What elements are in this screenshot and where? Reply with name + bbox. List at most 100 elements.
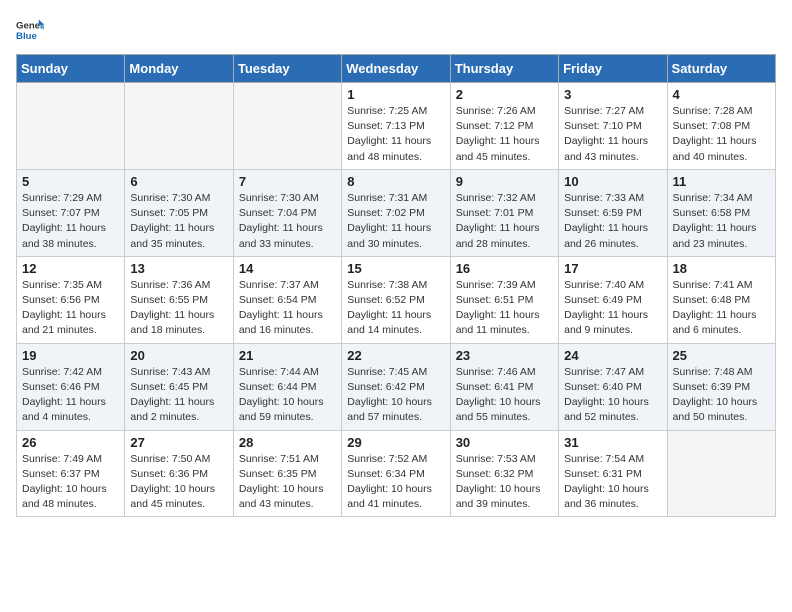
weekday-header-saturday: Saturday xyxy=(667,55,775,83)
calendar-cell: 6 Sunrise: 7:30 AM Sunset: 7:05 PM Daylig… xyxy=(125,169,233,256)
day-number: 8 xyxy=(347,174,444,189)
day-number: 29 xyxy=(347,435,444,450)
page-header: General Blue xyxy=(16,16,776,44)
day-number: 12 xyxy=(22,261,119,276)
calendar-cell: 13 Sunrise: 7:36 AM Sunset: 6:55 PM Dayli… xyxy=(125,256,233,343)
day-info: Sunrise: 7:46 AM Sunset: 6:41 PM Dayligh… xyxy=(456,365,553,426)
calendar-table: SundayMondayTuesdayWednesdayThursdayFrid… xyxy=(16,54,776,517)
weekday-header-monday: Monday xyxy=(125,55,233,83)
day-number: 21 xyxy=(239,348,336,363)
svg-text:Blue: Blue xyxy=(16,31,37,42)
calendar-cell: 14Sunrise: 7:37 AM Sunset: 6:54 PM Dayli… xyxy=(233,256,341,343)
day-info: Sunrise: 7:53 AM Sunset: 6:32 PM Dayligh… xyxy=(456,452,553,513)
day-info: Sunrise: 7:54 AM Sunset: 6:31 PM Dayligh… xyxy=(564,452,661,513)
day-number: 17 xyxy=(564,261,661,276)
calendar-cell: 7 Sunrise: 7:30 AM Sunset: 7:04 PM Daylig… xyxy=(233,169,341,256)
day-info: Sunrise: 7:33 AM Sunset: 6:59 PM Dayligh… xyxy=(564,191,661,252)
weekday-header-row: SundayMondayTuesdayWednesdayThursdayFrid… xyxy=(17,55,776,83)
weekday-header-wednesday: Wednesday xyxy=(342,55,450,83)
day-info: Sunrise: 7:50 AM Sunset: 6:36 PM Dayligh… xyxy=(130,452,227,513)
day-info: Sunrise: 7:25 AM Sunset: 7:13 PM Dayligh… xyxy=(347,104,444,165)
calendar-cell: 12 Sunrise: 7:35 AM Sunset: 6:56 PM Dayli… xyxy=(17,256,125,343)
day-info: Sunrise: 7:43 AM Sunset: 6:45 PM Dayligh… xyxy=(130,365,227,426)
day-info: Sunrise: 7:29 AM Sunset: 7:07 PM Dayligh… xyxy=(22,191,119,252)
day-number: 3 xyxy=(564,87,661,102)
logo: General Blue xyxy=(16,16,44,44)
day-info: Sunrise: 7:42 AM Sunset: 6:46 PM Dayligh… xyxy=(22,365,119,426)
day-number: 26 xyxy=(22,435,119,450)
day-info: Sunrise: 7:51 AM Sunset: 6:35 PM Dayligh… xyxy=(239,452,336,513)
calendar-week-3: 12 Sunrise: 7:35 AM Sunset: 6:56 PM Dayli… xyxy=(17,256,776,343)
day-info: Sunrise: 7:30 AM Sunset: 7:05 PM Dayligh… xyxy=(130,191,227,252)
calendar-cell: 11 Sunrise: 7:34 AM Sunset: 6:58 PM Dayli… xyxy=(667,169,775,256)
day-number: 16 xyxy=(456,261,553,276)
day-info: Sunrise: 7:30 AM Sunset: 7:04 PM Dayligh… xyxy=(239,191,336,252)
calendar-cell: 5 Sunrise: 7:29 AM Sunset: 7:07 PM Daylig… xyxy=(17,169,125,256)
day-number: 11 xyxy=(673,174,770,189)
day-number: 13 xyxy=(130,261,227,276)
calendar-week-1: 1Sunrise: 7:25 AM Sunset: 7:13 PM Daylig… xyxy=(17,83,776,170)
day-info: Sunrise: 7:49 AM Sunset: 6:37 PM Dayligh… xyxy=(22,452,119,513)
calendar-cell xyxy=(233,83,341,170)
calendar-cell: 18Sunrise: 7:41 AM Sunset: 6:48 PM Dayli… xyxy=(667,256,775,343)
calendar-cell xyxy=(667,430,775,517)
day-info: Sunrise: 7:47 AM Sunset: 6:40 PM Dayligh… xyxy=(564,365,661,426)
calendar-week-5: 26 Sunrise: 7:49 AM Sunset: 6:37 PM Dayli… xyxy=(17,430,776,517)
day-number: 6 xyxy=(130,174,227,189)
calendar-cell: 31 Sunrise: 7:54 AM Sunset: 6:31 PM Dayli… xyxy=(559,430,667,517)
weekday-header-thursday: Thursday xyxy=(450,55,558,83)
calendar-cell: 4 Sunrise: 7:28 AM Sunset: 7:08 PM Daylig… xyxy=(667,83,775,170)
day-info: Sunrise: 7:45 AM Sunset: 6:42 PM Dayligh… xyxy=(347,365,444,426)
calendar-cell xyxy=(125,83,233,170)
calendar-cell: 1Sunrise: 7:25 AM Sunset: 7:13 PM Daylig… xyxy=(342,83,450,170)
calendar-cell: 26 Sunrise: 7:49 AM Sunset: 6:37 PM Dayli… xyxy=(17,430,125,517)
day-number: 2 xyxy=(456,87,553,102)
calendar-week-2: 5 Sunrise: 7:29 AM Sunset: 7:07 PM Daylig… xyxy=(17,169,776,256)
calendar-cell: 30 Sunrise: 7:53 AM Sunset: 6:32 PM Dayli… xyxy=(450,430,558,517)
day-number: 15 xyxy=(347,261,444,276)
calendar-cell: 29 Sunrise: 7:52 AM Sunset: 6:34 PM Dayli… xyxy=(342,430,450,517)
day-number: 31 xyxy=(564,435,661,450)
calendar-cell: 20Sunrise: 7:43 AM Sunset: 6:45 PM Dayli… xyxy=(125,343,233,430)
day-info: Sunrise: 7:48 AM Sunset: 6:39 PM Dayligh… xyxy=(673,365,770,426)
day-number: 25 xyxy=(673,348,770,363)
day-info: Sunrise: 7:36 AM Sunset: 6:55 PM Dayligh… xyxy=(130,278,227,339)
day-info: Sunrise: 7:31 AM Sunset: 7:02 PM Dayligh… xyxy=(347,191,444,252)
calendar-cell: 24 Sunrise: 7:47 AM Sunset: 6:40 PM Dayli… xyxy=(559,343,667,430)
day-number: 19 xyxy=(22,348,119,363)
day-number: 5 xyxy=(22,174,119,189)
day-number: 27 xyxy=(130,435,227,450)
day-info: Sunrise: 7:32 AM Sunset: 7:01 PM Dayligh… xyxy=(456,191,553,252)
day-info: Sunrise: 7:34 AM Sunset: 6:58 PM Dayligh… xyxy=(673,191,770,252)
day-info: Sunrise: 7:35 AM Sunset: 6:56 PM Dayligh… xyxy=(22,278,119,339)
day-number: 7 xyxy=(239,174,336,189)
day-info: Sunrise: 7:52 AM Sunset: 6:34 PM Dayligh… xyxy=(347,452,444,513)
weekday-header-friday: Friday xyxy=(559,55,667,83)
calendar-cell: 19 Sunrise: 7:42 AM Sunset: 6:46 PM Dayli… xyxy=(17,343,125,430)
calendar-week-4: 19 Sunrise: 7:42 AM Sunset: 6:46 PM Dayli… xyxy=(17,343,776,430)
day-info: Sunrise: 7:38 AM Sunset: 6:52 PM Dayligh… xyxy=(347,278,444,339)
calendar-cell: 27 Sunrise: 7:50 AM Sunset: 6:36 PM Dayli… xyxy=(125,430,233,517)
day-number: 30 xyxy=(456,435,553,450)
calendar-cell: 21 Sunrise: 7:44 AM Sunset: 6:44 PM Dayli… xyxy=(233,343,341,430)
day-info: Sunrise: 7:26 AM Sunset: 7:12 PM Dayligh… xyxy=(456,104,553,165)
day-number: 9 xyxy=(456,174,553,189)
day-info: Sunrise: 7:27 AM Sunset: 7:10 PM Dayligh… xyxy=(564,104,661,165)
day-number: 4 xyxy=(673,87,770,102)
day-number: 28 xyxy=(239,435,336,450)
day-number: 23 xyxy=(456,348,553,363)
day-number: 22 xyxy=(347,348,444,363)
day-number: 14 xyxy=(239,261,336,276)
calendar-cell: 23 Sunrise: 7:46 AM Sunset: 6:41 PM Dayli… xyxy=(450,343,558,430)
calendar-cell: 25 Sunrise: 7:48 AM Sunset: 6:39 PM Dayli… xyxy=(667,343,775,430)
calendar-cell: 3 Sunrise: 7:27 AM Sunset: 7:10 PM Daylig… xyxy=(559,83,667,170)
calendar-cell: 22 Sunrise: 7:45 AM Sunset: 6:42 PM Dayli… xyxy=(342,343,450,430)
calendar-cell: 17 Sunrise: 7:40 AM Sunset: 6:49 PM Dayli… xyxy=(559,256,667,343)
day-info: Sunrise: 7:28 AM Sunset: 7:08 PM Dayligh… xyxy=(673,104,770,165)
calendar-cell: 9 Sunrise: 7:32 AM Sunset: 7:01 PM Daylig… xyxy=(450,169,558,256)
calendar-cell: 2 Sunrise: 7:26 AM Sunset: 7:12 PM Daylig… xyxy=(450,83,558,170)
day-info: Sunrise: 7:44 AM Sunset: 6:44 PM Dayligh… xyxy=(239,365,336,426)
day-info: Sunrise: 7:41 AM Sunset: 6:48 PM Dayligh… xyxy=(673,278,770,339)
day-info: Sunrise: 7:40 AM Sunset: 6:49 PM Dayligh… xyxy=(564,278,661,339)
day-number: 24 xyxy=(564,348,661,363)
